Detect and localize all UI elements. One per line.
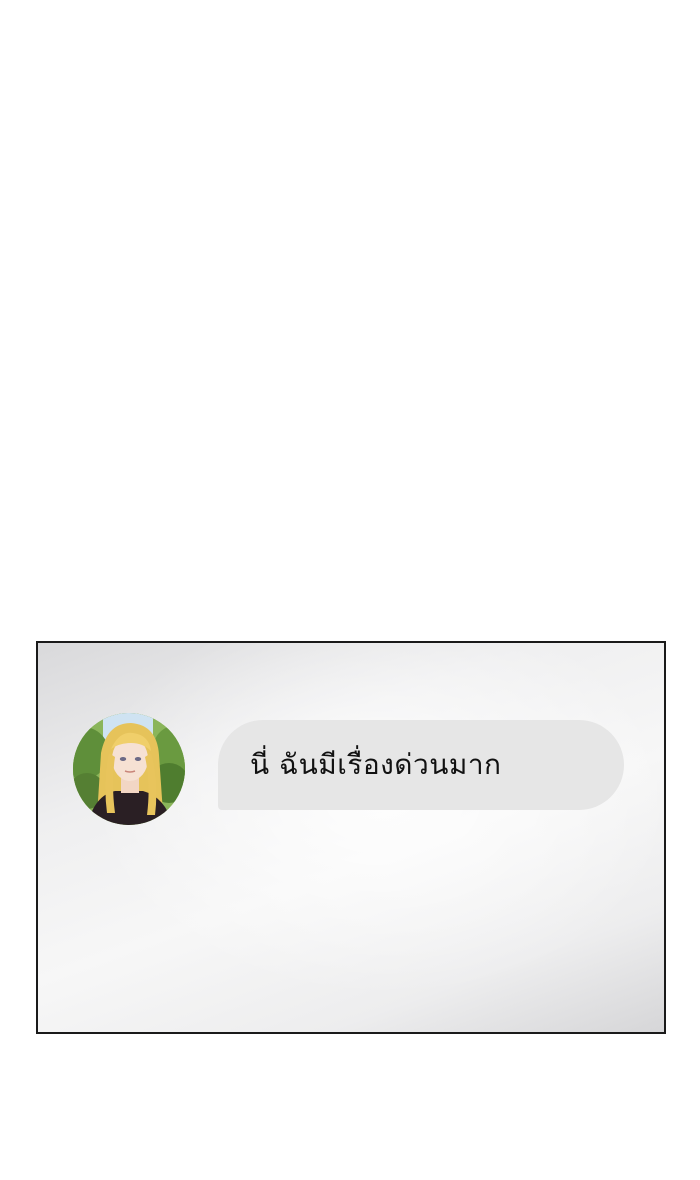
message-text: นี่ ฉันมีเรื่องด่วนมาก [250, 748, 502, 781]
avatar-photo-icon [73, 713, 185, 825]
avatar[interactable] [73, 713, 185, 825]
comic-page: นี่ ฉันมีเรื่องด่วนมาก [0, 0, 700, 1180]
message-bubble[interactable]: นี่ ฉันมีเรื่องด่วนมาก [218, 720, 624, 810]
chat-panel: นี่ ฉันมีเรื่องด่วนมาก [36, 641, 666, 1034]
